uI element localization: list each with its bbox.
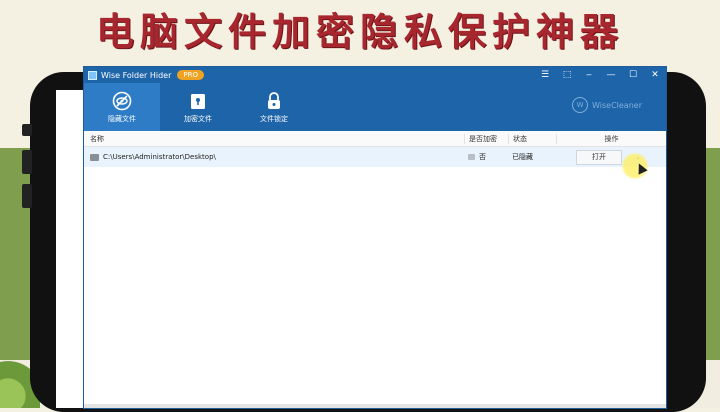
unlocked-icon <box>468 154 475 160</box>
banner-title: 电脑文件加密隐私保护神器 <box>95 8 624 54</box>
table-row[interactable]: C:\Users\Administrator\Desktop\ 否 已隐藏 打开… <box>84 147 666 167</box>
lock-icon <box>264 91 284 111</box>
window-controls: ☰ ⬚ ‒ — ☐ ✕ <box>534 67 666 83</box>
tablet-side-button <box>22 184 32 208</box>
pro-badge: PRO <box>177 70 204 80</box>
feedback-icon[interactable]: ⬚ <box>556 67 578 83</box>
folder-lock-icon <box>188 91 208 111</box>
row-status: 已隐藏 <box>512 153 533 161</box>
header-name[interactable]: 名称 <box>84 134 464 144</box>
menu-icon[interactable]: ☰ <box>534 67 556 83</box>
minimize-icon[interactable]: — <box>600 67 622 83</box>
window-title: Wise Folder Hider <box>101 70 172 80</box>
row-encrypted: 否 <box>479 153 486 161</box>
row-status-cell: 已隐藏 <box>508 152 556 162</box>
header-encrypted[interactable]: 是否加密 <box>464 133 508 144</box>
eye-off-icon <box>112 91 132 111</box>
title-bar: Wise Folder Hider PRO ☰ ⬚ ‒ — ☐ ✕ <box>84 67 666 83</box>
row-name-cell: C:\Users\Administrator\Desktop\ <box>84 153 464 161</box>
brand-name: WiseCleaner <box>592 100 642 110</box>
tab-label: 加密文件 <box>184 114 212 123</box>
tab-label: 隐藏文件 <box>108 114 136 123</box>
tablet-side-button <box>22 150 32 174</box>
open-button[interactable]: 打开 <box>576 149 622 165</box>
brand: W WiseCleaner <box>572 97 642 113</box>
header-status[interactable]: 状态 <box>508 133 556 144</box>
app-window: Wise Folder Hider PRO ☰ ⬚ ‒ — ☐ ✕ 隐藏文件 加… <box>84 67 666 408</box>
row-encrypted-cell: 否 <box>464 152 508 162</box>
maximize-icon[interactable]: ☐ <box>622 67 644 83</box>
table-header: 名称 是否加密 状态 操作 <box>84 131 666 147</box>
row-path: C:\Users\Administrator\Desktop\ <box>103 153 216 161</box>
tablet-side-button <box>22 124 32 136</box>
tab-lock-file[interactable]: 文件锁定 <box>236 83 312 131</box>
folder-icon <box>90 153 99 161</box>
close-icon[interactable]: ✕ <box>644 67 666 83</box>
wisecleaner-logo: W <box>572 97 589 113</box>
toolbar: 隐藏文件 加密文件 文件锁定 W WiseCleaner <box>84 83 666 131</box>
app-icon <box>88 70 97 80</box>
settings-icon[interactable]: ‒ <box>578 67 600 83</box>
row-action-cell: 打开 ⌄ <box>556 149 666 165</box>
tab-encrypt-file[interactable]: 加密文件 <box>160 83 236 131</box>
header-action: 操作 <box>556 133 666 144</box>
status-strip <box>84 404 666 408</box>
tab-label: 文件锁定 <box>260 114 288 123</box>
tab-hide-file[interactable]: 隐藏文件 <box>84 83 160 131</box>
